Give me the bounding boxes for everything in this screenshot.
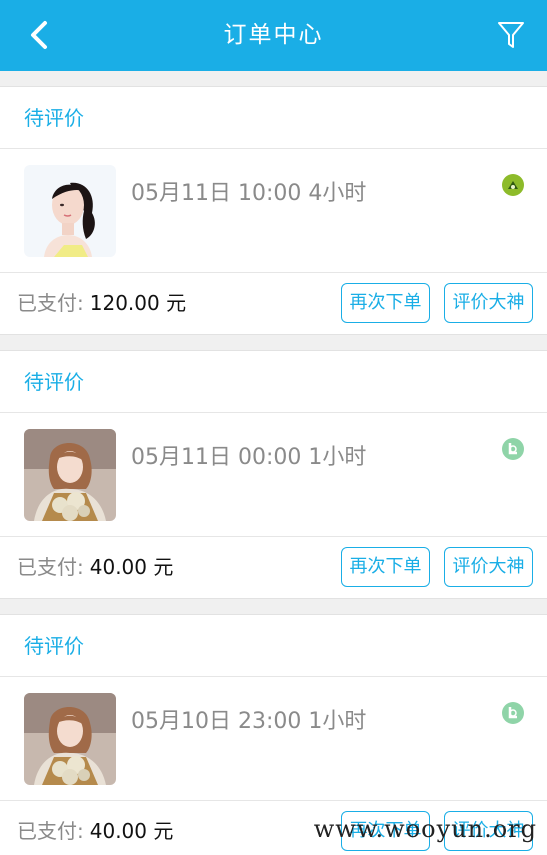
- review-button[interactable]: 评价大神: [444, 283, 533, 323]
- avatar: [24, 429, 116, 521]
- app-header: 订单中心: [0, 0, 547, 71]
- order-card[interactable]: 待评价 05月11日 00:00 1小时 已支付: 40.00 元 再次下单 评…: [0, 350, 547, 599]
- order-status: 待评价: [0, 351, 547, 413]
- order-card[interactable]: 待评价 05月11日 10:00 4小时 已支付: 120.00 元 再次下单 …: [0, 86, 547, 335]
- order-datetime: 05月11日 10:00: [131, 181, 302, 206]
- order-body[interactable]: 05月10日 23:00 1小时: [0, 677, 547, 801]
- order-time: 05月11日 00:00 1小时: [131, 439, 366, 471]
- paid-amount: 120.00 元: [89, 291, 187, 315]
- paid-summary: 已支付: 40.00 元: [17, 801, 173, 855]
- reorder-button[interactable]: 再次下单: [341, 547, 430, 587]
- order-list: 待评价 05月11日 10:00 4小时 已支付: 120.00 元 再次下单 …: [0, 71, 547, 855]
- page-title: 订单中心: [223, 22, 324, 48]
- avatar: [24, 693, 116, 785]
- watermark: www.wooyun.org: [313, 815, 537, 843]
- paid-label: 已支付:: [17, 291, 84, 315]
- order-status: 待评价: [0, 615, 547, 677]
- order-body[interactable]: 05月11日 10:00 4小时: [0, 149, 547, 273]
- reorder-button[interactable]: 再次下单: [341, 283, 430, 323]
- funnel-icon: [498, 22, 524, 48]
- review-button[interactable]: 评价大神: [444, 547, 533, 587]
- game-icon: [501, 173, 525, 197]
- paid-summary: 已支付: 40.00 元: [17, 537, 173, 598]
- avatar: [24, 165, 116, 257]
- game-icon: [501, 701, 525, 725]
- order-status: 待评价: [0, 87, 547, 149]
- paid-label: 已支付:: [17, 819, 84, 843]
- order-duration: 4小时: [308, 181, 367, 206]
- order-body[interactable]: 05月11日 00:00 1小时: [0, 413, 547, 537]
- order-datetime: 05月11日 00:00: [131, 445, 302, 470]
- order-time: 05月11日 10:00 4小时: [131, 175, 366, 207]
- paid-amount: 40.00 元: [89, 819, 174, 843]
- game-icon: [501, 437, 525, 461]
- order-duration: 1小时: [308, 445, 367, 470]
- order-time: 05月10日 23:00 1小时: [131, 703, 366, 735]
- paid-summary: 已支付: 120.00 元: [17, 273, 186, 334]
- paid-amount: 40.00 元: [89, 555, 174, 579]
- order-footer: 已支付: 40.00 元 再次下单 评价大神: [0, 537, 547, 598]
- filter-button[interactable]: [497, 20, 525, 50]
- order-datetime: 05月10日 23:00: [131, 709, 302, 734]
- order-footer: 已支付: 120.00 元 再次下单 评价大神: [0, 273, 547, 334]
- paid-label: 已支付:: [17, 555, 84, 579]
- order-duration: 1小时: [308, 709, 367, 734]
